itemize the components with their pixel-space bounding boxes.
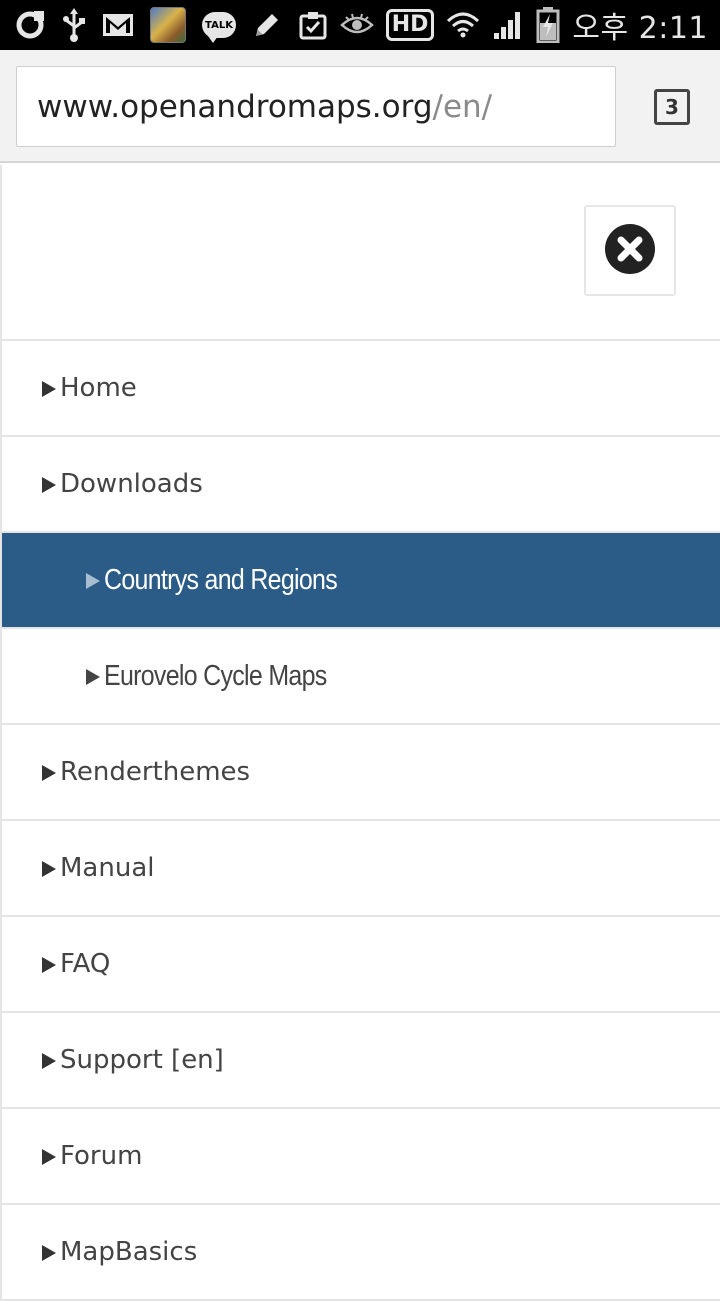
hd-voice-icon: HD bbox=[385, 7, 435, 43]
notification-icons: TALK bbox=[0, 7, 328, 43]
address-bar[interactable]: www.openandromaps.org/en/ bbox=[16, 66, 616, 147]
menu-item-label: Downloads bbox=[60, 469, 203, 499]
menu-item-mapbasics[interactable]: MapBasics bbox=[2, 1205, 720, 1301]
menu-item-label: Home bbox=[60, 373, 137, 403]
menu-item-renderthemes[interactable]: Renderthemes bbox=[2, 725, 720, 821]
talk-icon: TALK bbox=[202, 7, 236, 43]
menu-item-label: Manual bbox=[60, 853, 155, 883]
triangle-right-icon bbox=[86, 669, 100, 685]
triangle-right-icon bbox=[42, 1149, 56, 1165]
menu-item-label: Forum bbox=[60, 1141, 143, 1171]
triangle-right-icon bbox=[42, 1245, 56, 1261]
g-icon bbox=[14, 7, 46, 43]
triangle-right-icon bbox=[42, 765, 56, 781]
tab-switcher-button[interactable]: 3 bbox=[654, 89, 690, 125]
url-host: www.openandromaps.org bbox=[37, 88, 433, 125]
battery-charging-icon bbox=[536, 7, 560, 43]
clipboard-check-icon bbox=[298, 7, 328, 43]
menu-item-home[interactable]: Home bbox=[2, 341, 720, 437]
menu-header bbox=[0, 165, 720, 341]
menu-item-label: Eurovelo Cycle Maps bbox=[104, 659, 327, 692]
triangle-right-icon bbox=[86, 573, 100, 589]
close-icon bbox=[604, 223, 656, 279]
menu-item-forum[interactable]: Forum bbox=[2, 1109, 720, 1205]
usb-icon bbox=[62, 7, 86, 43]
triangle-right-icon bbox=[42, 381, 56, 397]
eye-icon bbox=[339, 7, 374, 43]
menu-item-label: Support [en] bbox=[60, 1045, 224, 1075]
menu-item-downloads[interactable]: Downloads bbox=[2, 437, 720, 533]
nav-menu: Home Downloads Countrys and Regions Euro… bbox=[0, 341, 720, 1301]
gmail-icon bbox=[102, 7, 134, 43]
app-thumbnail-icon bbox=[150, 7, 186, 43]
menu-item-label: Countrys and Regions bbox=[104, 563, 338, 596]
signal-icon bbox=[492, 7, 524, 43]
triangle-right-icon bbox=[42, 957, 56, 973]
url-path: /en/ bbox=[432, 88, 493, 125]
triangle-right-icon bbox=[42, 1053, 56, 1069]
close-menu-button[interactable] bbox=[584, 205, 676, 296]
menu-item-label: FAQ bbox=[60, 949, 111, 979]
triangle-right-icon bbox=[42, 477, 56, 493]
menu-item-countrys-and-regions[interactable]: Countrys and Regions bbox=[2, 533, 720, 629]
menu-item-support[interactable]: Support [en] bbox=[2, 1013, 720, 1109]
wifi-icon bbox=[446, 7, 480, 43]
status-bar: TALK HD 오후 2:11 bbox=[0, 0, 720, 50]
pencil-icon bbox=[252, 7, 282, 43]
menu-item-manual[interactable]: Manual bbox=[2, 821, 720, 917]
system-icons: HD 오후 2:11 bbox=[339, 3, 720, 47]
menu-item-faq[interactable]: FAQ bbox=[2, 917, 720, 1013]
menu-item-label: Renderthemes bbox=[60, 757, 251, 787]
browser-toolbar: www.openandromaps.org/en/ 3 bbox=[0, 50, 720, 163]
menu-item-label: MapBasics bbox=[60, 1237, 198, 1267]
menu-item-eurovelo-cycle-maps[interactable]: Eurovelo Cycle Maps bbox=[2, 629, 720, 725]
clock: 오후 2:11 bbox=[572, 11, 708, 46]
triangle-right-icon bbox=[42, 861, 56, 877]
